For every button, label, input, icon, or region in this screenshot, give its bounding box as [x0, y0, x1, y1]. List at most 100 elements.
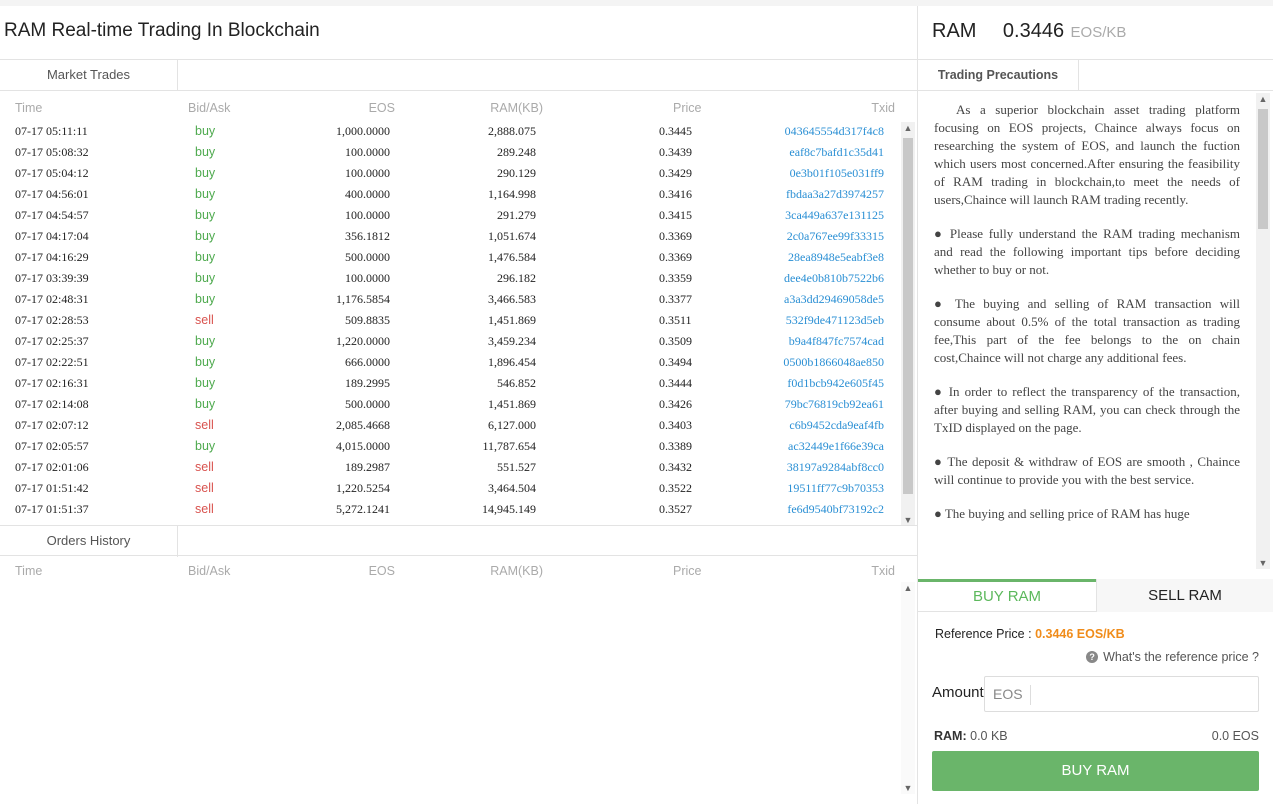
amount-input[interactable]	[1035, 680, 1253, 708]
table-row: 07-17 04:54:57 buy 100.0000 291.279 0.3415 3c…	[0, 204, 900, 225]
trade-price: 0.3432	[659, 460, 692, 474]
amount-unit: EOS	[993, 686, 1023, 702]
trade-txid-link[interactable]: 0e3b01f105e031ff9	[790, 166, 884, 181]
trade-ram: 3,464.504	[488, 481, 536, 495]
scroll-down-icon[interactable]: ▼	[1256, 557, 1270, 569]
whats-reference-text: What's the reference price ?	[1103, 650, 1259, 664]
col-eos: EOS	[368, 101, 395, 115]
orders-scrollbar[interactable]: ▲ ▼	[901, 582, 915, 794]
trade-txid-link[interactable]: fbdaa3a27d3974257	[786, 187, 884, 202]
col-time: Time	[15, 564, 43, 578]
table-row: 07-17 03:39:39 buy 100.0000 296.182 0.3359 de…	[0, 267, 900, 288]
trade-txid-link[interactable]: 79bc76819cb92ea61	[785, 397, 884, 412]
trade-side: buy	[195, 376, 216, 390]
trade-txid-link[interactable]: 2c0a767ee99f33315	[787, 229, 884, 244]
trade-time: 07-17 02:25:37	[15, 334, 89, 348]
trade-eos: 666.0000	[345, 355, 390, 369]
trade-ram: 291.279	[497, 208, 536, 222]
scroll-thumb[interactable]	[1258, 109, 1268, 229]
trade-eos: 1,220.5254	[336, 481, 390, 495]
trade-txid-link[interactable]: 19511ff77c9b70353	[787, 481, 884, 496]
tab-orders-history[interactable]: Orders History	[0, 526, 178, 557]
trade-ram: 2,888.075	[488, 124, 536, 138]
trade-side: sell	[195, 460, 214, 474]
ticker-unit: EOS/KB	[1070, 24, 1127, 41]
table-row: 07-17 04:16:29 buy 500.0000 1,476.584 0.3369…	[0, 246, 900, 267]
trade-txid-link[interactable]: 0500b1866048ae850	[783, 355, 884, 370]
trade-side: buy	[195, 355, 216, 369]
trade-side: buy	[195, 439, 216, 453]
trade-side: buy	[195, 166, 216, 180]
ticker-label: RAM	[932, 20, 977, 42]
trade-txid-link[interactable]: c6b9452cda9eaf4fb	[789, 418, 884, 433]
tab-trading-precautions[interactable]: Trading Precautions	[918, 60, 1079, 91]
precautions-scrollbar[interactable]: ▲ ▼	[1256, 93, 1270, 569]
table-row: 07-17 02:16:31 buy 189.2995 546.852 0.3444 f0…	[0, 372, 900, 393]
trade-price: 0.3511	[659, 313, 692, 327]
tab-buy-ram[interactable]: BUY RAM	[918, 579, 1096, 612]
buy-ram-button[interactable]: BUY RAM	[932, 751, 1259, 791]
table-row: 07-17 01:51:37 sell 5,272.1241 14,945.149 0.…	[0, 498, 900, 519]
tab-sell-ram[interactable]: SELL RAM	[1096, 579, 1273, 612]
trade-txid-link[interactable]: a3a3dd29469058de5	[784, 292, 884, 307]
ram-label: RAM:	[934, 729, 967, 743]
scroll-up-icon[interactable]: ▲	[1256, 93, 1270, 105]
table-row: 07-17 02:28:53 sell 509.8835 1,451.869 0.351…	[0, 309, 900, 330]
trade-price: 0.3369	[659, 229, 692, 243]
trade-time: 07-17 05:11:11	[15, 124, 88, 138]
trade-txid-link[interactable]: 38197a9284abf8cc0	[787, 460, 884, 475]
scroll-up-icon[interactable]: ▲	[901, 582, 915, 594]
precaution-paragraph: As a superior blockchain asset trading p…	[934, 102, 1240, 207]
precaution-paragraph: ● The buying and selling of RAM transact…	[934, 296, 1240, 365]
trade-side: buy	[195, 271, 216, 285]
trade-price: 0.3494	[659, 355, 692, 369]
table-row: 07-17 01:51:42 sell 1,220.5254 3,464.504 0.3…	[0, 477, 900, 498]
trades-scrollbar[interactable]: ▲ ▼	[901, 122, 915, 526]
trade-txid-link[interactable]: 043645554d317f4c8	[785, 124, 884, 139]
trade-txid-link[interactable]: eaf8c7bafd1c35d41	[789, 145, 884, 160]
scroll-down-icon[interactable]: ▼	[901, 782, 915, 794]
trade-txid-link[interactable]: b9a4f847fc7574cad	[789, 334, 884, 349]
reference-price: Reference Price : 0.3446 EOS/KB	[935, 627, 1125, 641]
table-row: 07-17 02:48:31 buy 1,176.5854 3,466.583 0.33…	[0, 288, 900, 309]
col-txid: Txid	[871, 564, 895, 578]
trade-time: 07-17 04:17:04	[15, 229, 89, 243]
trade-side: buy	[195, 229, 216, 243]
trade-time: 07-17 02:01:06	[15, 460, 89, 474]
trade-txid-link[interactable]: 532f9de471123d5eb	[786, 313, 884, 328]
reference-value: 0.3446 EOS/KB	[1035, 627, 1125, 641]
trade-ram: 3,466.583	[488, 292, 536, 306]
table-row: 07-17 02:01:06 sell 189.2987 551.527 0.3432 3…	[0, 456, 900, 477]
precautions-text: As a superior blockchain asset trading p…	[934, 101, 1240, 569]
trade-eos: 500.0000	[345, 397, 390, 411]
trade-ram: 289.248	[497, 145, 536, 159]
trade-time: 07-17 02:48:31	[15, 292, 89, 306]
scroll-thumb[interactable]	[903, 138, 913, 494]
whats-reference-link[interactable]: ? What's the reference price ?	[1086, 650, 1259, 664]
trade-txid-link[interactable]: dee4e0b810b7522b6	[784, 271, 884, 286]
amount-field: EOS	[984, 676, 1259, 712]
trade-eos: 356.1812	[345, 229, 390, 243]
trade-eos: 100.0000	[345, 166, 390, 180]
trade-txid-link[interactable]: 3ca449a637e131125	[785, 208, 884, 223]
trade-time: 07-17 02:07:12	[15, 418, 89, 432]
scroll-up-icon[interactable]: ▲	[901, 122, 915, 134]
trade-time: 07-17 05:08:32	[15, 145, 89, 159]
trade-txid-link[interactable]: ac32449e1f66e39ca	[788, 439, 884, 454]
trade-txid-link[interactable]: f0d1bcb942e605f45	[787, 376, 884, 391]
trade-side: sell	[195, 418, 214, 432]
col-time: Time	[15, 101, 43, 115]
trade-price: 0.3415	[659, 208, 692, 222]
trade-eos: 100.0000	[345, 271, 390, 285]
tab-market-trades[interactable]: Market Trades	[0, 60, 178, 91]
trade-txid-link[interactable]: fe6d9540bf73192c2	[787, 502, 884, 517]
trade-ram: 546.852	[497, 376, 536, 390]
trade-txid-link[interactable]: 28ea8948e5eabf3e8	[788, 250, 884, 265]
trade-side: buy	[195, 250, 216, 264]
trade-eos: 189.2987	[345, 460, 390, 474]
trade-time: 07-17 02:05:57	[15, 439, 89, 453]
trade-time: 07-17 04:54:57	[15, 208, 89, 222]
trade-eos: 100.0000	[345, 145, 390, 159]
trade-ram: 1,051.674	[488, 229, 536, 243]
trade-price: 0.3509	[659, 334, 692, 348]
